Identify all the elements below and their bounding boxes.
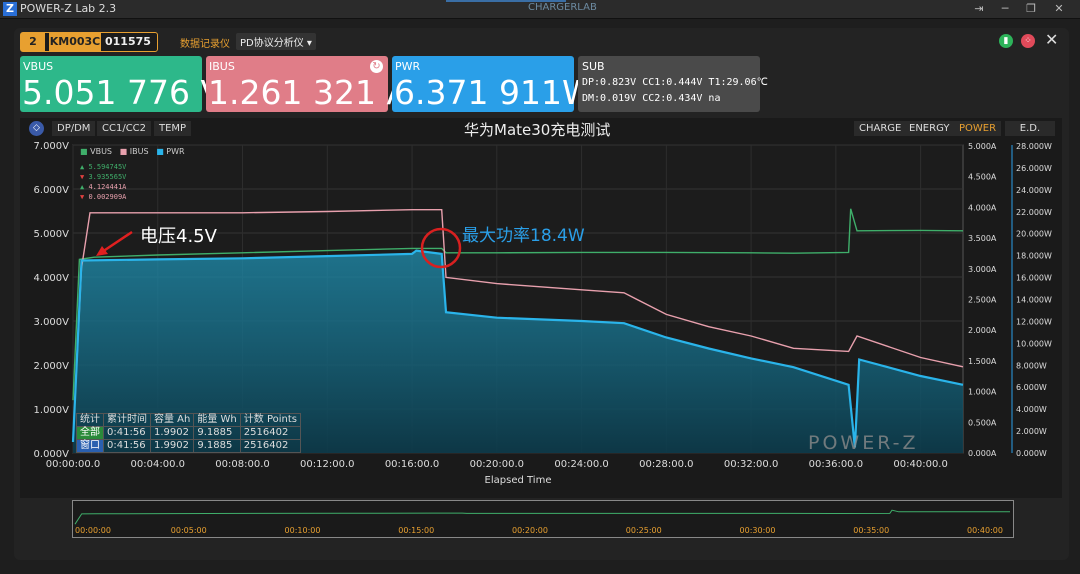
tab-cc[interactable]: CC1/CC2	[97, 121, 152, 136]
marker-vmin: ▼ 3.935565V	[80, 172, 126, 182]
overview-navigator[interactable]	[72, 500, 1014, 538]
pwr-label: PWR	[395, 60, 421, 73]
up-triangle-icon: ▲	[80, 183, 85, 191]
legend-pwr: PWR	[166, 147, 185, 156]
refresh-icon[interactable]: ↻	[370, 60, 383, 73]
marker-vmax: ▲ 5.594745V	[80, 163, 127, 171]
stats-header: 累计时间	[103, 413, 151, 427]
record-icon[interactable]: ▮	[999, 34, 1013, 48]
marker-imin: ▼ 0.002909A	[80, 192, 126, 202]
stats-header: 计数 Points	[239, 413, 301, 427]
watermark-logo: POWER-Z	[808, 432, 919, 454]
down-triangle-icon: ▼	[80, 193, 85, 201]
stats-cell: 2516402	[239, 426, 301, 440]
close-window-button[interactable]: ✕	[1046, 1, 1072, 17]
down-triangle-icon: ▼	[80, 173, 85, 181]
pin-icon[interactable]: ⇥	[966, 1, 992, 17]
ibus-value: 1.261 321 A	[208, 73, 410, 112]
legend-pwr-swatch: ■	[156, 147, 164, 156]
pd-analyzer-label: PD协议分析仪	[240, 38, 304, 49]
maximize-button[interactable]: ❐	[1018, 1, 1044, 17]
stats-cell: 0:41:56	[103, 439, 151, 453]
minimize-button[interactable]: ─	[992, 1, 1018, 17]
stats-header: 统计	[76, 413, 104, 427]
chevron-down-icon: ▾	[306, 38, 312, 49]
marker-imax-value: 4.124441A	[88, 183, 127, 191]
vbus-label: VBUS	[23, 60, 54, 73]
legend-ibus: IBUS	[129, 147, 149, 156]
device-model: KM003C	[49, 33, 101, 51]
stats-header: 能量 Wh	[193, 413, 241, 427]
tab-temp[interactable]: TEMP	[154, 121, 192, 136]
legend-ibus-swatch: ■	[119, 147, 128, 156]
stats-header-row: 统计 累计时间 容量 Ah 能量 Wh 计数 Points	[76, 413, 301, 427]
pwr-value: 6.371 911W	[394, 73, 595, 112]
tab-energy[interactable]: ENERGY	[904, 121, 955, 136]
ibus-label: IBUS	[209, 60, 235, 73]
app-logo-icon: Z	[3, 2, 17, 16]
sub-label: SUB	[582, 60, 605, 73]
brand-logo: CHARGERLAB	[528, 2, 597, 13]
stats-cell: 2516402	[239, 439, 301, 453]
stats-table: 统计 累计时间 容量 Ah 能量 Wh 计数 Points 全部 0:41:56…	[76, 413, 301, 453]
marker-vmin-value: 3.935565V	[88, 173, 127, 181]
device-index: 2	[21, 33, 45, 51]
stats-cell: 9.1885	[193, 439, 241, 453]
tab-power[interactable]: POWER	[954, 121, 1002, 136]
marker-list: ▲ 5.594745V ▼ 3.935565V ▲ 4.124441A ▼ 0.…	[80, 162, 126, 202]
pwr-card: PWR 6.371 911W	[392, 56, 595, 112]
legend-vbus: VBUS	[90, 147, 113, 156]
stats-header: 容量 Ah	[149, 413, 195, 427]
table-row: 窗口 0:41:56 1.9902 9.1885 2516402	[76, 439, 301, 453]
stats-cell: 0:41:56	[103, 426, 151, 440]
tab-charge[interactable]: CHARGE	[854, 121, 907, 136]
close-panel-icon[interactable]: ✕	[1045, 30, 1058, 49]
max-power-annotation: 最大功率18.4W	[462, 226, 585, 246]
sub-row-2: DM:0.019V CC2:0.434V na	[582, 93, 721, 104]
vbus-card: VBUS 5.051 776 V	[20, 56, 223, 112]
marker-imax: ▲ 4.124441A	[80, 182, 126, 192]
tab-dp-dm[interactable]: DP/DM	[52, 121, 96, 136]
stats-cell: 全部	[76, 426, 104, 440]
stats-cell: 9.1885	[193, 426, 241, 440]
chart-mode-icon[interactable]: ◇	[29, 121, 44, 136]
vbus-value: 5.051 776 V	[22, 73, 224, 112]
ibus-card: IBUS ↻ 1.261 321 A	[206, 56, 409, 112]
window-title: POWER-Z Lab 2.3	[20, 2, 117, 15]
sub-card: SUB DP:0.823V CC1:0.444V T1:29.06℃ DM:0.…	[578, 56, 768, 112]
voltage-annotation: 电压4.5V	[140, 226, 217, 247]
legend-vbus-swatch: ■	[80, 147, 88, 156]
device-serial: 011575	[105, 35, 151, 48]
chart-legend: ■ VBUS ■ IBUS ■ PWR	[80, 147, 185, 156]
marker-vmax-value: 5.594745V	[88, 163, 127, 171]
tab-ed[interactable]: E.D.	[1005, 121, 1055, 136]
device-selector[interactable]: 2 KM003C 011575	[20, 32, 158, 52]
table-row: 全部 0:41:56 1.9902 9.1885 2516402	[76, 426, 301, 440]
marker-imin-value: 0.002909A	[88, 193, 127, 201]
stats-cell: 窗口	[76, 439, 104, 453]
chart-title: 华为Mate30充电测试	[464, 121, 611, 139]
sub-row-1: DP:0.823V CC1:0.444V T1:29.06℃	[582, 77, 768, 88]
stats-cell: 1.9902	[149, 426, 195, 440]
title-bar: Z POWER-Z Lab 2.3 CHARGERLAB ⇥ ─ ❐ ✕	[0, 0, 1080, 19]
pd-analyzer-menu[interactable]: PD协议分析仪 ▾	[236, 33, 316, 50]
recorder-menu[interactable]: 数据记录仪	[180, 35, 230, 50]
stats-cell: 1.9902	[149, 439, 195, 453]
grid-icon[interactable]: ⁘	[1021, 34, 1035, 48]
